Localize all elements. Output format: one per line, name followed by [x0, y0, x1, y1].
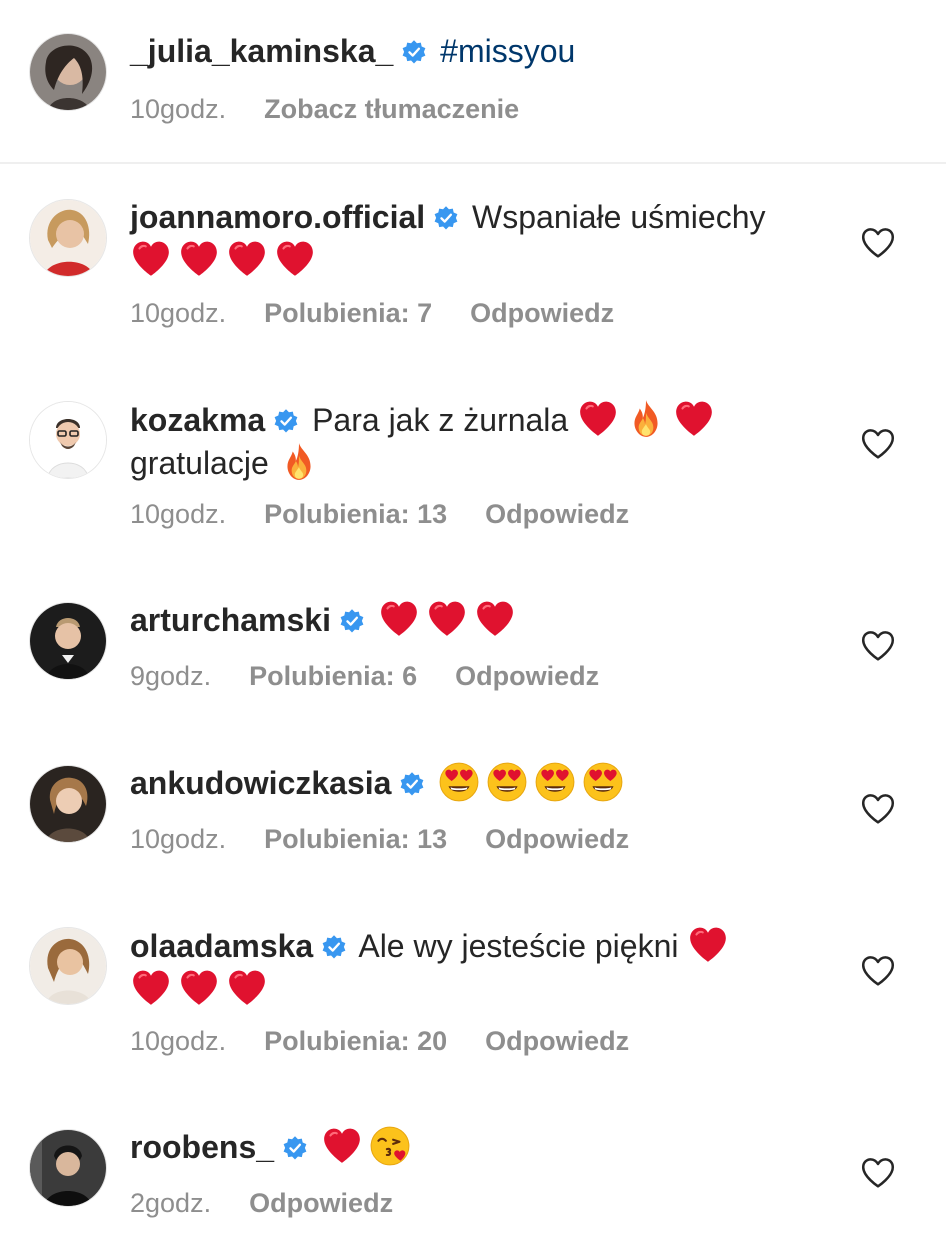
timestamp[interactable]: 2godz.	[130, 1188, 211, 1218]
reply-button[interactable]: Odpowiedz	[249, 1188, 393, 1218]
username[interactable]: kozakma	[130, 402, 265, 438]
verified-badge-icon	[282, 1135, 308, 1161]
avatar[interactable]	[30, 766, 106, 842]
verified-badge-icon	[273, 408, 299, 434]
comment-text: Ale wy jesteście piękni	[358, 928, 679, 964]
timestamp[interactable]: 10godz.	[130, 94, 226, 124]
heart-eyes-emoji	[438, 761, 480, 803]
likes-count[interactable]: Polubienia: 13	[264, 499, 447, 529]
comment-meta: 10godz. Polubienia: 13 Odpowiedz	[130, 497, 667, 531]
verified-badge-icon	[321, 934, 347, 960]
red-heart-emoji	[178, 967, 220, 1009]
likes-count[interactable]: Polubienia: 13	[264, 824, 447, 854]
divider	[0, 162, 946, 164]
comment-body: olaadamska Ale wy jesteście piękni	[130, 924, 830, 1010]
username[interactable]: olaadamska	[130, 928, 313, 964]
like-heart-icon[interactable]	[860, 792, 896, 826]
comment-meta: 10godz. Polubienia: 7 Odpowiedz	[130, 296, 652, 330]
comment-body: kozakma Para jak z żurnala gratulacje	[130, 398, 830, 484]
red-heart-emoji	[577, 398, 619, 440]
comment-meta: 2godz. Odpowiedz	[130, 1186, 431, 1220]
face-blowing-kiss-emoji	[369, 1125, 411, 1167]
heart-eyes-emoji	[582, 761, 624, 803]
username[interactable]: _julia_kaminska_	[130, 33, 393, 69]
hashtag-link[interactable]: #missyou	[440, 33, 575, 69]
username[interactable]: arturchamski	[130, 602, 331, 638]
comment-text: Para jak z żurnala	[312, 402, 569, 438]
username[interactable]: joannamoro.official	[130, 199, 425, 235]
red-heart-emoji	[274, 238, 316, 280]
see-translation-button[interactable]: Zobacz tłumaczenie	[264, 94, 519, 124]
like-heart-icon[interactable]	[860, 226, 896, 260]
fire-emoji	[625, 398, 667, 440]
comment-body: arturchamski	[130, 598, 830, 641]
comment-meta: 9godz. Polubienia: 6 Odpowiedz	[130, 659, 637, 693]
heart-eyes-emoji	[486, 761, 528, 803]
red-heart-emoji	[130, 238, 172, 280]
like-heart-icon[interactable]	[860, 1156, 896, 1190]
red-heart-emoji	[673, 398, 715, 440]
timestamp[interactable]: 10godz.	[130, 1026, 226, 1056]
reply-button[interactable]: Odpowiedz	[485, 1026, 629, 1056]
reply-button[interactable]: Odpowiedz	[485, 499, 629, 529]
like-heart-icon[interactable]	[860, 629, 896, 663]
avatar[interactable]	[30, 34, 106, 110]
comment-body: joannamoro.official Wspaniałe uśmiechy	[130, 196, 830, 281]
caption-meta: 10godz. Zobacz tłumaczenie	[130, 92, 557, 126]
comment-meta: 10godz. Polubienia: 20 Odpowiedz	[130, 1024, 667, 1058]
red-heart-emoji	[426, 598, 468, 640]
fire-emoji	[278, 441, 320, 483]
red-heart-emoji	[226, 238, 268, 280]
comment-text: gratulacje	[130, 445, 269, 481]
red-heart-emoji	[474, 598, 516, 640]
red-heart-emoji	[178, 238, 220, 280]
comment-body: ankudowiczkasia	[130, 761, 830, 804]
likes-count[interactable]: Polubienia: 6	[249, 661, 417, 691]
comment-meta: 10godz. Polubienia: 13 Odpowiedz	[130, 822, 667, 856]
avatar[interactable]	[30, 603, 106, 679]
verified-badge-icon	[401, 39, 427, 65]
red-heart-emoji	[378, 598, 420, 640]
red-heart-emoji	[321, 1125, 363, 1167]
username[interactable]: ankudowiczkasia	[130, 765, 391, 801]
comment-body: roobens_	[130, 1125, 830, 1168]
timestamp[interactable]: 10godz.	[130, 824, 226, 854]
verified-badge-icon	[339, 608, 365, 634]
timestamp[interactable]: 10godz.	[130, 499, 226, 529]
likes-count[interactable]: Polubienia: 20	[264, 1026, 447, 1056]
timestamp[interactable]: 10godz.	[130, 298, 226, 328]
avatar[interactable]	[30, 1130, 106, 1206]
avatar[interactable]	[30, 928, 106, 1004]
red-heart-emoji	[226, 967, 268, 1009]
likes-count[interactable]: Polubienia: 7	[264, 298, 432, 328]
red-heart-emoji	[130, 967, 172, 1009]
username[interactable]: roobens_	[130, 1129, 274, 1165]
timestamp[interactable]: 9godz.	[130, 661, 211, 691]
verified-badge-icon	[399, 771, 425, 797]
verified-badge-icon	[433, 205, 459, 231]
reply-button[interactable]: Odpowiedz	[470, 298, 614, 328]
red-heart-emoji	[687, 924, 729, 966]
caption-line: _julia_kaminska_ #missyou	[130, 30, 830, 72]
reply-button[interactable]: Odpowiedz	[455, 661, 599, 691]
comment-text: Wspaniałe uśmiechy	[472, 199, 766, 235]
reply-button[interactable]: Odpowiedz	[485, 824, 629, 854]
like-heart-icon[interactable]	[860, 954, 896, 988]
avatar[interactable]	[30, 200, 106, 276]
heart-eyes-emoji	[534, 761, 576, 803]
like-heart-icon[interactable]	[860, 427, 896, 461]
avatar[interactable]	[30, 402, 106, 478]
